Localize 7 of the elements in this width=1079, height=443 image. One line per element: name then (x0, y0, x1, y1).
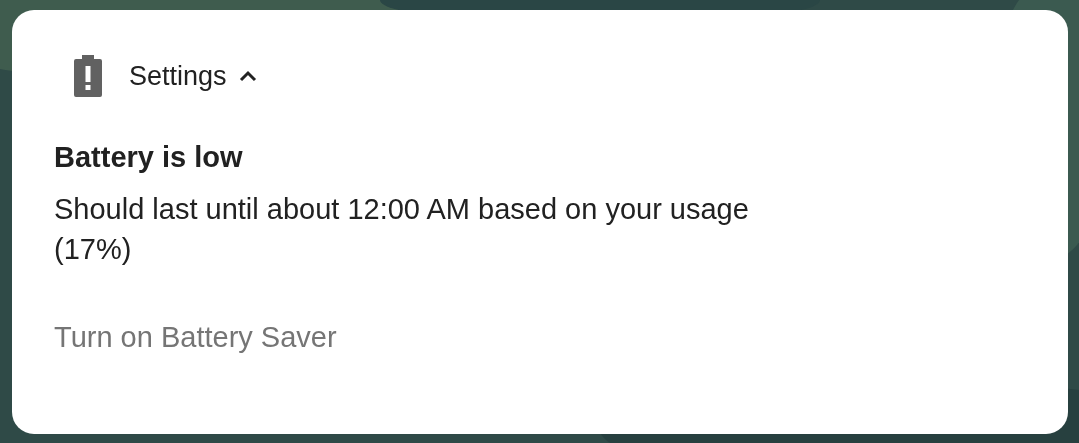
battery-alert-icon (72, 55, 104, 97)
app-name: Settings (129, 60, 227, 92)
notification-text: Should last until about 12:00 AM based on your usage (17%) (54, 192, 750, 267)
caret-icon[interactable] (238, 70, 257, 82)
notification-title: Battery is low (54, 140, 244, 175)
action-button[interactable]: Turn on Battery Saver (54, 317, 337, 357)
notification-card[interactable]: Settings Battery is low Should last until about 12:00 AM based on your usage (17%) Turn on Battery Saver (12, 10, 1068, 434)
